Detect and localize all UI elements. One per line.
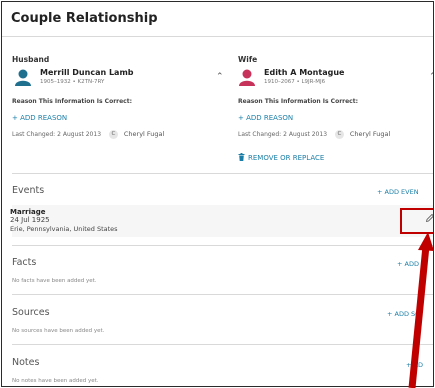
- wife-last-changed-text: Last Changed: 2 August 2013: [238, 131, 328, 138]
- wife-collapse-chevron-up-icon[interactable]: ⌃: [429, 72, 433, 82]
- trash-icon: [238, 153, 245, 161]
- female-avatar-icon: [239, 69, 255, 86]
- wife-user-avatar: C: [334, 130, 344, 139]
- notes-divider: [12, 344, 433, 345]
- add-fact-button[interactable]: + ADD: [397, 260, 419, 268]
- husband-last-changed-text: Last Changed: 2 August 2013: [12, 131, 102, 138]
- husband-dates: 1905–1932 • K2TN-7RY: [40, 79, 105, 85]
- title-divider: [2, 36, 433, 37]
- event-place: Erie, Pennsylvania, United States: [10, 225, 118, 233]
- remove-or-replace-label: REMOVE OR REPLACE: [248, 154, 325, 162]
- wife-heading: Wife: [238, 55, 258, 64]
- sources-heading: Sources: [12, 307, 50, 318]
- remove-or-replace-button[interactable]: REMOVE OR REPLACE: [238, 153, 324, 162]
- husband-user-avatar: C: [108, 130, 118, 139]
- wife-last-changed: Last Changed: 2 August 2013 C Cheryl Fug…: [238, 130, 390, 139]
- husband-heading: Husband: [12, 55, 50, 64]
- add-event-button[interactable]: + ADD EVEN: [377, 188, 419, 196]
- husband-name[interactable]: Merrill Duncan Lamb: [40, 68, 134, 77]
- edit-event-highlight-box: [400, 208, 433, 234]
- wife-reason-label: Reason This Information Is Correct:: [238, 98, 359, 105]
- facts-divider: [12, 245, 433, 246]
- husband-last-changed: Last Changed: 2 August 2013 C Cheryl Fug…: [12, 130, 164, 139]
- page-title: Couple Relationship: [11, 11, 158, 26]
- facts-heading: Facts: [12, 257, 37, 268]
- male-avatar-icon: [15, 69, 31, 86]
- couple-relationship-panel: Couple Relationship Husband Merrill Dunc…: [1, 1, 434, 387]
- event-type: Marriage: [10, 208, 46, 216]
- wife-changed-by-user[interactable]: Cheryl Fugal: [350, 130, 390, 138]
- husband-collapse-chevron-up-icon[interactable]: ⌃: [216, 72, 224, 82]
- sources-empty-message: No sources have been added yet.: [12, 328, 105, 334]
- husband-reason-label: Reason This Information Is Correct:: [12, 98, 133, 105]
- wife-dates: 1910–2067 • L9JR-MJ6: [264, 79, 326, 85]
- notes-empty-message: No notes have been added yet.: [12, 378, 99, 384]
- events-heading: Events: [12, 185, 45, 196]
- notes-heading: Notes: [12, 357, 40, 368]
- husband-add-reason-button[interactable]: + ADD REASON: [12, 114, 67, 122]
- event-date: 24 Jul 1925: [10, 216, 50, 224]
- sources-divider: [12, 294, 433, 295]
- husband-changed-by-user[interactable]: Cheryl Fugal: [124, 130, 164, 138]
- events-divider: [12, 173, 433, 174]
- wife-add-reason-button[interactable]: + ADD REASON: [238, 114, 293, 122]
- add-note-button[interactable]: + AD: [406, 361, 423, 369]
- wife-name[interactable]: Edith A Montague: [264, 68, 344, 77]
- facts-empty-message: No facts have been added yet.: [12, 278, 97, 284]
- add-source-button[interactable]: + ADD SO: [387, 310, 420, 318]
